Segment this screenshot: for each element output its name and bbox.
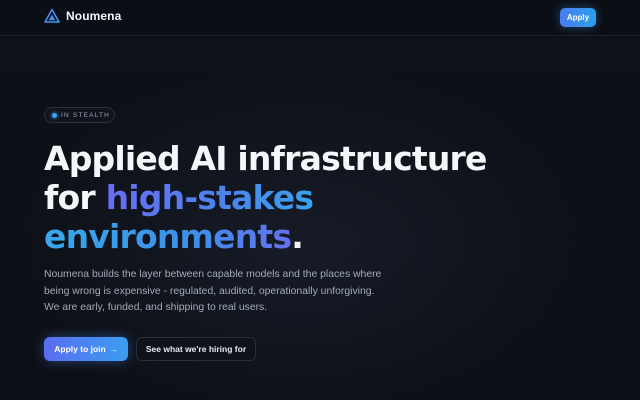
apply-to-join-label: Apply to join [54, 344, 106, 354]
headline-line-1: Applied AI infrastructure [44, 139, 487, 178]
headline-period: . [291, 217, 304, 256]
brand-name[interactable]: Noumena [66, 9, 121, 23]
hero-headline: Applied AI infrastructure for high-stake… [44, 139, 487, 256]
status-badge-label: IN STEALTH [61, 111, 111, 119]
triangle-logo-icon[interactable] [44, 8, 60, 24]
headline-highlight-high-stakes: high-stakes [105, 178, 314, 217]
status-badge: IN STEALTH [44, 107, 115, 123]
landing-page: Noumena Apply IN STEALTH Applied AI infr… [0, 0, 640, 400]
hero-description: Noumena builds the layer between capable… [44, 269, 382, 313]
status-dot-icon [52, 112, 57, 118]
apply-to-join-button[interactable]: Apply to join → [44, 337, 128, 361]
arrow-right-icon: → [109, 344, 118, 354]
see-hiring-button[interactable]: See what we're hiring for [136, 337, 256, 361]
headline-highlight-environments: environments [44, 217, 292, 256]
apply-button[interactable]: Apply [560, 8, 596, 27]
headline-line-2-prefix: for [44, 178, 106, 217]
top-nav: Noumena Apply [0, 0, 640, 36]
